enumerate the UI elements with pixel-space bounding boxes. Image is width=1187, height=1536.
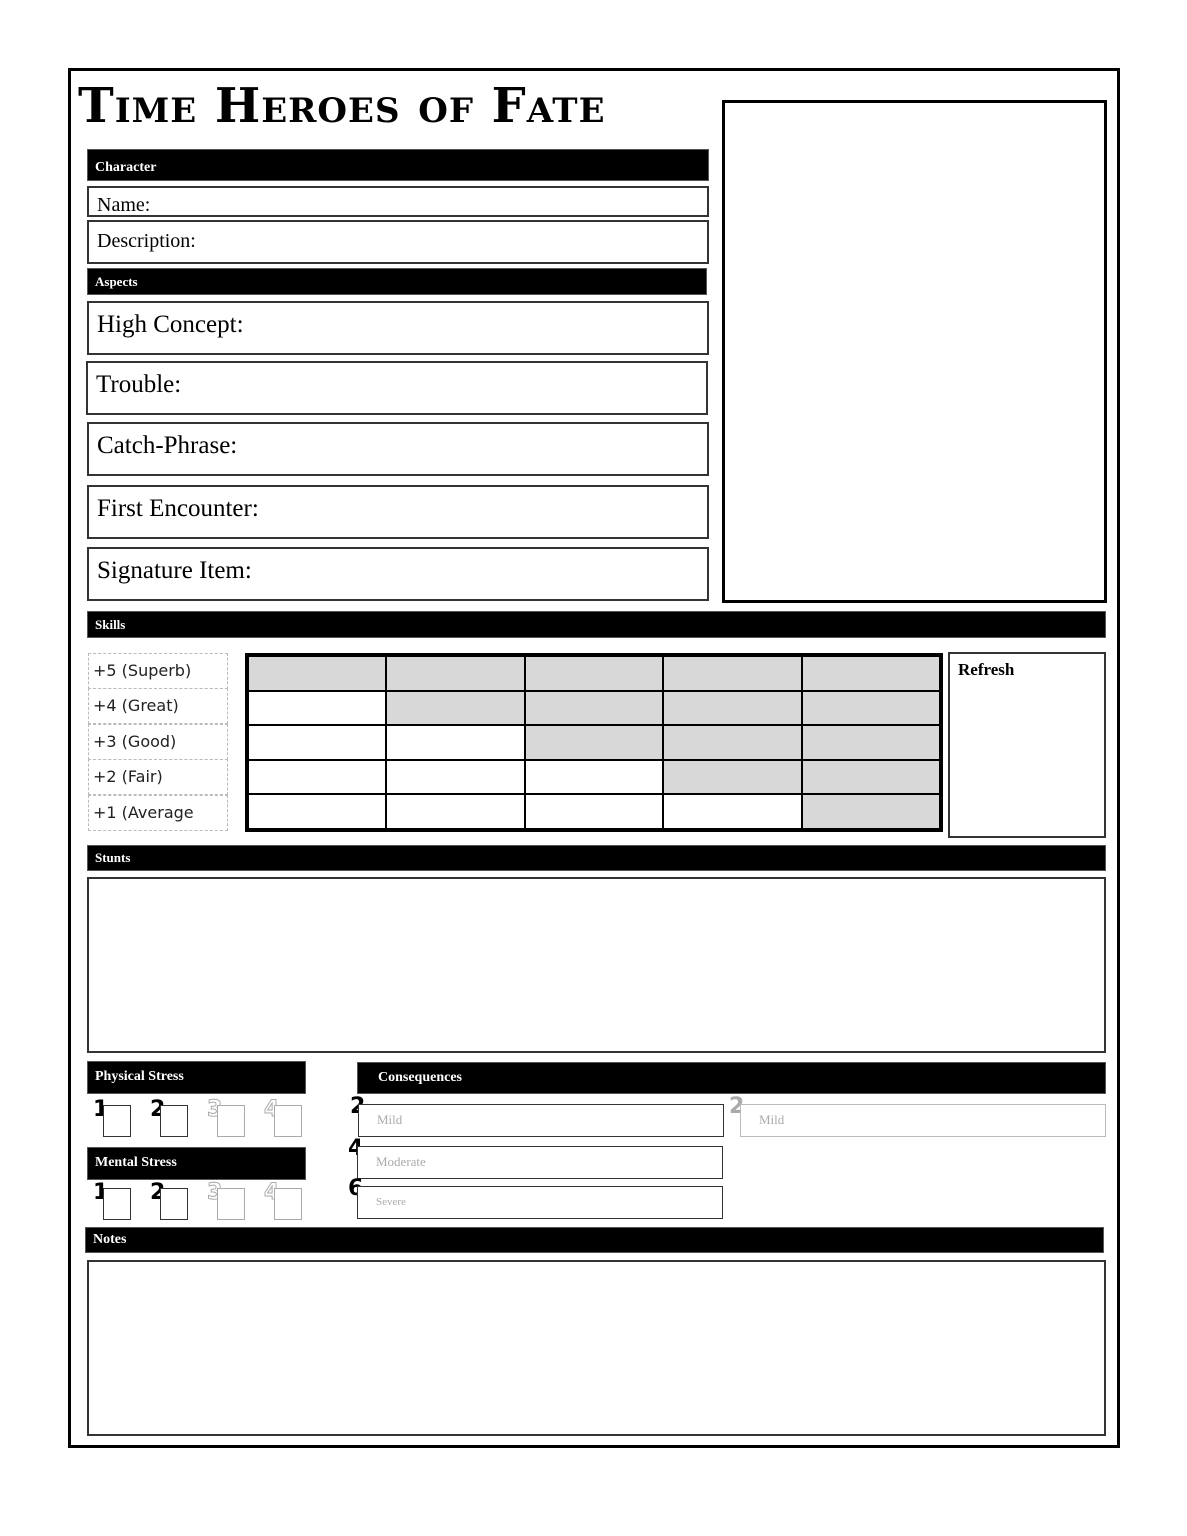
notes-textarea[interactable] [87,1260,1106,1436]
aspect-first-encounter[interactable]: First Encounter: [87,485,709,539]
skill-level-fair: +2 (Fair) [88,759,228,795]
consequence-label: Mild [377,1112,403,1127]
mental-stress-checkbox[interactable] [217,1188,245,1220]
skill-slot[interactable] [801,725,940,760]
section-header-notes: Notes [85,1227,1104,1253]
skill-slot[interactable] [386,725,525,760]
skill-slot[interactable] [386,759,525,795]
mental-stress-checkbox[interactable] [274,1188,302,1220]
consequence-moderate-field[interactable]: Moderate [357,1146,723,1179]
skill-slot[interactable] [663,759,802,795]
refresh-box[interactable]: Refresh [948,652,1106,838]
name-field[interactable]: Name: [87,186,709,217]
physical-stress-checkbox[interactable] [217,1105,245,1137]
skill-slot[interactable] [801,690,940,726]
aspect-label: Trouble: [96,371,182,398]
name-label: Name: [97,194,151,216]
section-label: Notes [93,1232,127,1247]
skill-slot[interactable] [524,794,664,829]
skill-slot[interactable] [663,794,802,829]
refresh-label: Refresh [958,660,1015,679]
aspect-trouble[interactable]: Trouble: [86,361,708,415]
skill-level-good: +3 (Good) [88,724,228,760]
skill-pyramid-grid [245,653,943,832]
aspect-catch-phrase[interactable]: Catch-Phrase: [87,422,709,476]
skill-level-average: +1 (Average [88,795,228,831]
mental-stress-checkbox[interactable] [103,1188,131,1220]
skill-slot[interactable] [248,725,387,760]
skill-slot[interactable] [386,656,525,691]
skill-slot[interactable] [386,794,525,829]
skill-slot[interactable] [524,690,664,726]
skill-slot[interactable] [248,759,387,795]
skill-level-great: +4 (Great) [88,688,228,724]
section-header-character: Character [87,149,709,181]
section-header-aspects: Aspects [87,268,707,295]
skill-slot[interactable] [663,656,802,691]
section-label: Consequences [378,1070,463,1085]
consequence-mild-field[interactable]: Mild [358,1104,724,1137]
section-label: Skills [95,617,126,632]
skill-slot[interactable] [248,690,387,726]
physical-stress-checkbox[interactable] [103,1105,131,1137]
aspect-label: Catch-Phrase: [97,432,238,459]
aspect-high-concept[interactable]: High Concept: [87,301,709,355]
skill-slot[interactable] [248,794,387,829]
aspect-label: First Encounter: [97,495,259,522]
section-label: Physical Stress [95,1069,184,1084]
skill-slot[interactable] [801,656,940,691]
physical-stress-checkbox[interactable] [274,1105,302,1137]
section-header-stunts: Stunts [87,845,1106,871]
mental-stress-checkbox[interactable] [160,1188,188,1220]
section-label: Character [95,160,157,175]
portrait-box[interactable] [722,100,1107,603]
section-label: Stunts [95,850,131,865]
consequence-label: Severe [376,1196,406,1208]
description-field[interactable]: Description: [87,220,709,264]
aspect-label: Signature Item: [97,557,252,584]
physical-stress-checkbox[interactable] [160,1105,188,1137]
stunts-textarea[interactable] [87,877,1106,1053]
skill-slot[interactable] [663,725,802,760]
section-header-skills: Skills [87,611,1106,638]
skill-level-superb: +5 (Superb) [88,653,228,689]
consequence-label: Moderate [376,1154,426,1169]
section-header-mental-stress: Mental Stress [87,1147,306,1180]
skill-slot[interactable] [248,656,387,691]
skill-slot[interactable] [524,656,664,691]
skill-slot[interactable] [801,794,940,829]
skill-slot[interactable] [663,690,802,726]
skill-slot[interactable] [386,690,525,726]
consequence-extra-mild-field[interactable]: Mild [740,1104,1106,1137]
section-header-physical-stress: Physical Stress [87,1061,306,1094]
consequence-severe-field[interactable]: Severe [357,1186,723,1219]
aspect-label: High Concept: [97,311,244,338]
consequence-label: Mild [759,1112,785,1127]
skill-slot[interactable] [801,759,940,795]
sheet-title: Time Heroes of Fate [78,78,606,134]
aspect-signature-item[interactable]: Signature Item: [87,547,709,601]
description-label: Description: [97,230,196,252]
section-label: Mental Stress [95,1155,177,1170]
section-label: Aspects [95,274,138,289]
skill-slot[interactable] [524,759,664,795]
skill-slot[interactable] [524,725,664,760]
section-header-consequences: Consequences [357,1062,1106,1094]
